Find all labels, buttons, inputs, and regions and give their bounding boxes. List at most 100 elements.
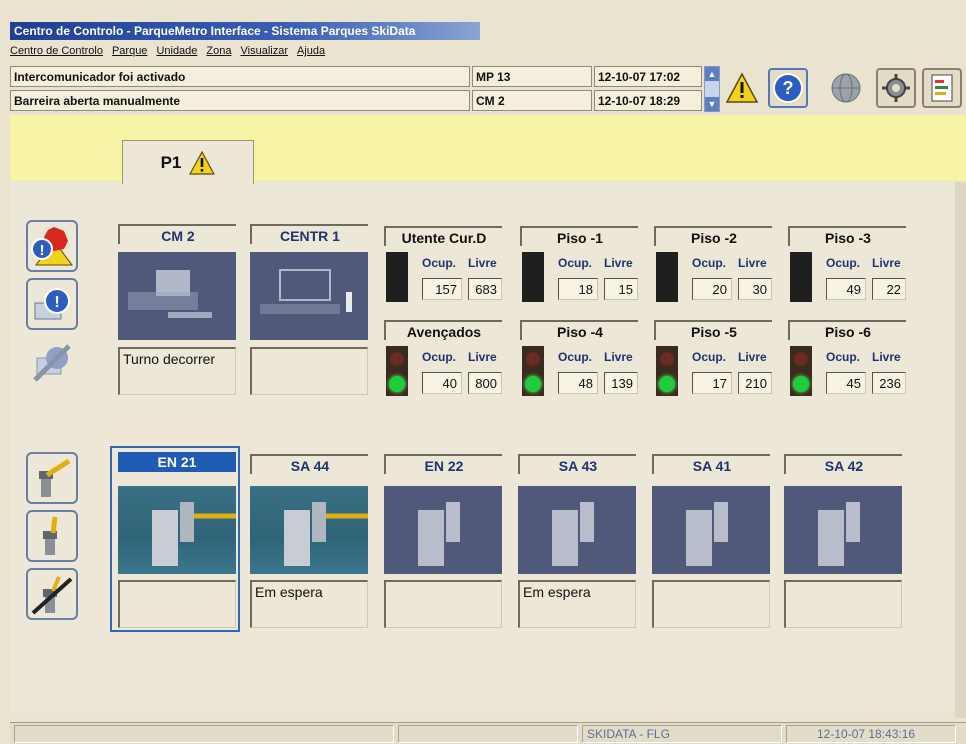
status-cell bbox=[14, 725, 394, 743]
warning-icon bbox=[725, 72, 759, 103]
alarm-info-button[interactable]: ! bbox=[26, 220, 78, 272]
alarm-row[interactable]: Intercomunicador foi activado MP 13 12-1… bbox=[10, 66, 702, 87]
traffic-light-icon bbox=[386, 346, 408, 396]
system-name: SKIDATA - FLG bbox=[582, 725, 782, 743]
occupied-value: 48 bbox=[558, 372, 598, 394]
alarm-message: Intercomunicador foi activado bbox=[10, 66, 470, 87]
barrier-status bbox=[652, 580, 770, 628]
traffic-light-icon bbox=[790, 252, 812, 302]
menu-unidade[interactable]: Unidade bbox=[156, 43, 197, 60]
counter-title: Piso -3 bbox=[788, 226, 906, 246]
barrier-status: Em espera bbox=[518, 580, 636, 628]
red-lamp-icon bbox=[390, 352, 404, 366]
globe-button[interactable] bbox=[826, 68, 866, 108]
counter-title: Piso -2 bbox=[654, 226, 772, 246]
barrier-gate-icon bbox=[418, 502, 460, 566]
menu-ajuda[interactable]: Ajuda bbox=[297, 43, 325, 60]
menu-centro-de-controlo[interactable]: Centro de Controlo bbox=[10, 43, 103, 60]
report-icon bbox=[931, 74, 953, 102]
barrier-gate-icon bbox=[552, 502, 594, 566]
barrier-disabled-icon bbox=[31, 576, 73, 615]
status-cell bbox=[398, 725, 578, 743]
barrier-status bbox=[118, 580, 236, 628]
red-lamp-icon bbox=[526, 352, 540, 366]
camera-view[interactable] bbox=[250, 252, 368, 340]
occupied-label: Ocup. bbox=[826, 256, 861, 270]
barrier-status bbox=[384, 580, 502, 628]
settings-button[interactable] bbox=[876, 68, 916, 108]
svg-text:!: ! bbox=[40, 242, 45, 259]
warning-button[interactable] bbox=[722, 68, 762, 108]
window-title: Centro de Controlo - ParqueMetro Interfa… bbox=[10, 22, 480, 40]
barrier-title: SA 41 bbox=[652, 454, 770, 474]
free-value: 800 bbox=[468, 372, 502, 394]
barrier-camera-view[interactable] bbox=[250, 486, 368, 574]
barrier-title: EN 22 bbox=[384, 454, 502, 474]
vertical-scrollbar[interactable] bbox=[955, 182, 966, 718]
green-lamp-icon bbox=[659, 376, 675, 392]
report-button[interactable] bbox=[922, 68, 962, 108]
traffic-light-icon bbox=[790, 346, 812, 396]
barrier-camera-view[interactable] bbox=[784, 486, 902, 574]
scroll-down-icon[interactable]: ▼ bbox=[705, 97, 719, 111]
free-label: Livre bbox=[604, 256, 633, 270]
message-button[interactable]: ! bbox=[26, 278, 78, 330]
free-value: 139 bbox=[604, 372, 638, 394]
counter-title: Avençados bbox=[384, 320, 502, 340]
alarm-device: CM 2 bbox=[472, 90, 592, 111]
camera-view[interactable] bbox=[118, 252, 236, 340]
barrier-camera-view[interactable] bbox=[652, 486, 770, 574]
camera-snapshot-icon bbox=[260, 269, 352, 314]
barrier-lock-button[interactable] bbox=[26, 568, 78, 620]
occupied-value: 45 bbox=[826, 372, 866, 394]
occupied-label: Ocup. bbox=[692, 350, 727, 364]
camera-title: CM 2 bbox=[118, 224, 236, 244]
message-disabled-icon bbox=[33, 344, 71, 382]
barrier-gate-icon bbox=[152, 502, 236, 566]
occupied-value: 17 bbox=[692, 372, 732, 394]
occupied-value: 18 bbox=[558, 278, 598, 300]
menu-parque[interactable]: Parque bbox=[112, 43, 147, 60]
traffic-light-icon bbox=[386, 252, 408, 302]
free-label: Livre bbox=[738, 256, 767, 270]
barrier-camera-view[interactable] bbox=[384, 486, 502, 574]
alarm-row[interactable]: Barreira aberta manualmente CM 2 12-10-0… bbox=[10, 90, 702, 111]
alarm-scrollbar[interactable]: ▲ ▼ bbox=[704, 66, 720, 112]
free-value: 683 bbox=[468, 278, 502, 300]
barrier-title: EN 21 bbox=[118, 452, 236, 472]
disabled-message-button[interactable] bbox=[26, 336, 78, 388]
barrier-open-button[interactable] bbox=[26, 452, 78, 504]
help-button[interactable]: ? bbox=[768, 68, 808, 108]
occupied-value: 20 bbox=[692, 278, 732, 300]
barrier-up-button[interactable] bbox=[26, 510, 78, 562]
free-value: 236 bbox=[872, 372, 906, 394]
green-lamp-icon bbox=[389, 376, 405, 392]
traffic-light-icon bbox=[522, 252, 544, 302]
menu-zona[interactable]: Zona bbox=[206, 43, 231, 60]
free-label: Livre bbox=[872, 256, 901, 270]
free-value: 22 bbox=[872, 278, 906, 300]
alarm-device: MP 13 bbox=[472, 66, 592, 87]
barrier-title: SA 42 bbox=[784, 454, 902, 474]
traffic-light-icon bbox=[522, 346, 544, 396]
occupied-value: 40 bbox=[422, 372, 462, 394]
camera-note bbox=[250, 347, 368, 395]
scroll-up-icon[interactable]: ▲ bbox=[705, 67, 719, 81]
red-lamp-icon bbox=[794, 352, 808, 366]
barrier-status: Em espera bbox=[250, 580, 368, 628]
svg-text:?: ? bbox=[783, 78, 794, 98]
menu-visualizar[interactable]: Visualizar bbox=[241, 43, 289, 60]
counter-title: Piso -5 bbox=[654, 320, 772, 340]
tab-p1[interactable]: P1 bbox=[122, 140, 254, 184]
alarm-datetime: 12-10-07 18:29 bbox=[594, 90, 702, 111]
barrier-camera-view[interactable] bbox=[518, 486, 636, 574]
counter-title: Piso -6 bbox=[788, 320, 906, 340]
free-value: 30 bbox=[738, 278, 772, 300]
barrier-gate-icon bbox=[818, 502, 860, 566]
counter-title: Piso -1 bbox=[520, 226, 638, 246]
barrier-camera-view[interactable] bbox=[118, 486, 236, 574]
occupied-label: Ocup. bbox=[558, 256, 593, 270]
help-icon: ? bbox=[773, 73, 803, 103]
green-lamp-icon bbox=[525, 376, 541, 392]
free-label: Livre bbox=[604, 350, 633, 364]
